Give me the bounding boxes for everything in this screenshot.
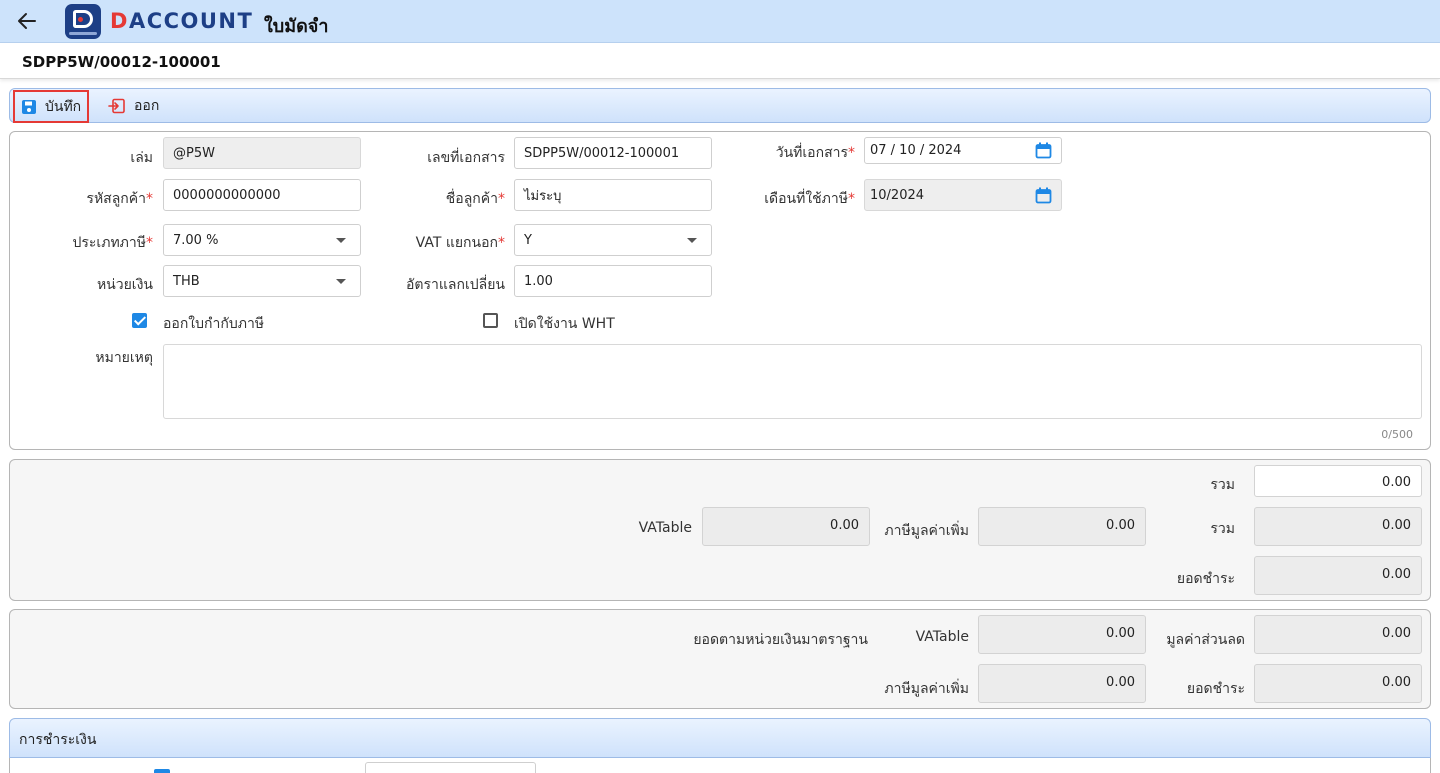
tax-type-select[interactable]: 7.00 %	[163, 224, 361, 256]
doc-date-label: วันที่เอกสาร*	[775, 145, 855, 161]
currency-label: หน่วยเงิน	[96, 277, 153, 293]
issue-tax-invoice-label: ออกใบกำกับภาษี	[163, 316, 265, 332]
vat-separate-value: Y	[524, 232, 532, 248]
book-label: เล่ม	[130, 150, 153, 166]
issue-tax-invoice-checkbox[interactable]	[132, 313, 147, 328]
vat-separate-label: VAT แยกนอก*	[415, 235, 505, 251]
payment-section-body	[9, 758, 1431, 773]
enable-wht-checkbox[interactable]	[483, 313, 498, 328]
vat-value: 0.00	[978, 507, 1146, 546]
tax-month-label: เดือนที่ใช้ภาษี*	[764, 191, 855, 207]
save-label: บันทึก	[45, 98, 82, 115]
customer-code-field[interactable]: 0000000000000	[163, 179, 361, 211]
sign-out-icon	[108, 98, 126, 114]
brand-wordmark: DACCOUNT	[110, 9, 254, 33]
enable-wht-label: เปิดใช้งาน WHT	[514, 316, 615, 332]
remark-label: หมายเหตุ	[95, 350, 153, 366]
base-discount-label: มูลค่าส่วนลด	[1166, 632, 1245, 648]
vatable-value: 0.00	[702, 507, 870, 546]
payment-section-header[interactable]: การชำระเงิน	[9, 718, 1431, 758]
vat-separate-select[interactable]: Y	[514, 224, 712, 256]
net-label: ยอดชำระ	[1176, 571, 1235, 587]
calendar-icon[interactable]	[1035, 187, 1052, 208]
exchange-rate-field[interactable]: 1.00	[514, 265, 712, 297]
book-field: @P5W	[163, 137, 361, 169]
customer-name-field[interactable]: ไม่ระบุ	[514, 179, 712, 211]
chevron-down-icon	[336, 238, 346, 243]
totals-panel: รวม 0.00 VATable 0.00 ภาษีมูลค่าเพิ่ม 0.…	[9, 459, 1431, 601]
base-currency-panel: ยอดตามหน่วยเงินมาตราฐาน VATable 0.00 มูล…	[9, 609, 1431, 709]
remark-textarea[interactable]	[163, 344, 1422, 419]
customer-code-label: รหัสลูกค้า*	[86, 191, 153, 207]
base-net-value: 0.00	[1254, 664, 1422, 703]
payment-field[interactable]	[365, 762, 536, 773]
sum-value-field[interactable]: 0.00	[1254, 465, 1422, 497]
doc-date-field[interactable]: 07 / 10 / 2024	[864, 137, 1062, 164]
payment-title: การชำระเงิน	[19, 732, 97, 748]
vat-label: ภาษีมูลค่าเพิ่ม	[884, 523, 969, 539]
doc-no-label: เลขที่เอกสาร	[427, 150, 505, 166]
toolbar: บันทึก ออก	[9, 88, 1431, 123]
sum2-value: 0.00	[1254, 507, 1422, 546]
tax-type-value: 7.00 %	[173, 232, 219, 248]
base-net-label: ยอดชำระ	[1186, 681, 1245, 697]
customer-name-label: ชื่อลูกค้า*	[445, 191, 505, 207]
doc-date-value: 07 / 10 / 2024	[870, 143, 962, 158]
tax-month-field[interactable]: 10/2024	[864, 179, 1062, 211]
exit-button[interactable]: ออก	[108, 89, 159, 122]
calendar-icon[interactable]	[1035, 142, 1052, 163]
base-vatable-label: VATable	[915, 629, 969, 645]
base-vat-value: 0.00	[978, 664, 1146, 703]
net-value: 0.00	[1254, 556, 1422, 595]
floppy-disk-icon	[21, 99, 37, 115]
document-form-panel: เล่ม @P5W เลขที่เอกสาร SDPP5W/00012-1000…	[9, 131, 1431, 450]
payment-checkbox[interactable]	[154, 769, 170, 773]
chevron-down-icon	[687, 238, 697, 243]
sum-label: รวม	[1210, 477, 1235, 493]
base-vatable-value: 0.00	[978, 615, 1146, 654]
save-button[interactable]: บันทึก	[13, 90, 89, 123]
base-currency-title: ยอดตามหน่วยเงินมาตราฐาน	[693, 632, 868, 648]
arrow-left-icon[interactable]	[15, 9, 39, 33]
vatable-label: VATable	[638, 520, 692, 536]
currency-select[interactable]: THB	[163, 265, 361, 297]
remark-char-counter: 0/500	[1381, 428, 1413, 441]
base-vat-label: ภาษีมูลค่าเพิ่ม	[884, 681, 969, 697]
base-discount-value: 0.00	[1254, 615, 1422, 654]
currency-value: THB	[173, 273, 200, 289]
document-number: SDPP5W/00012-100001	[22, 53, 221, 71]
tax-type-label: ประเภทภาษี*	[72, 235, 154, 251]
daccount-logo-icon	[65, 4, 101, 39]
document-bar: SDPP5W/00012-100001	[0, 43, 1440, 79]
page-title: ใบมัดจำ	[264, 16, 329, 37]
exit-label: ออก	[134, 97, 160, 114]
chevron-down-icon	[336, 279, 346, 284]
tax-month-value: 10/2024	[870, 187, 925, 203]
exchange-rate-label: อัตราแลกเปลี่ยน	[406, 277, 505, 293]
doc-no-field[interactable]: SDPP5W/00012-100001	[514, 137, 712, 169]
sum2-label: รวม	[1210, 521, 1235, 537]
app-header: DACCOUNT ใบมัดจำ	[0, 0, 1440, 43]
